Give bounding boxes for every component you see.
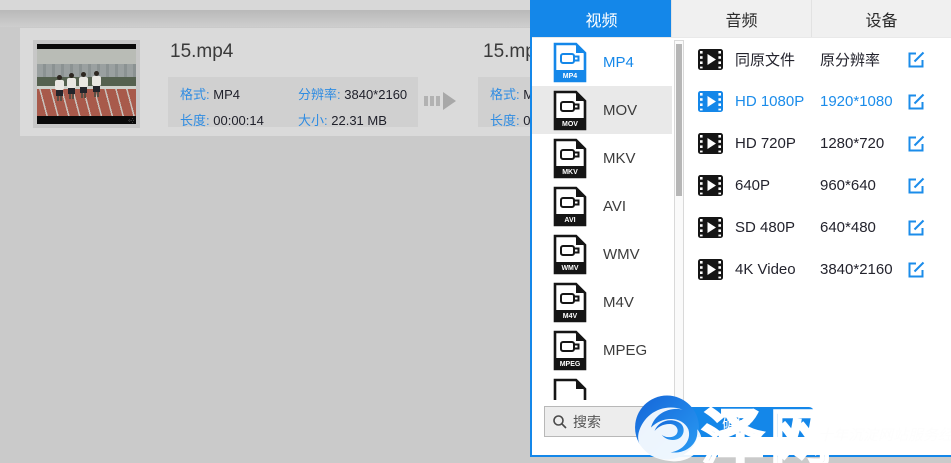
quality-item-original[interactable]: 同原文件 原分辨率 [685,38,951,80]
tab-device[interactable]: 设备 [811,0,951,37]
edit-settings-icon[interactable] [906,133,927,154]
format-item-mpeg[interactable]: MPEG MPEG [532,326,672,374]
quality-item-640p[interactable]: 640P 960*640 [685,164,951,206]
filmstrip-icon [698,175,723,196]
video-thumbnail: ⁘⁛ [33,40,140,128]
format-item-m4v[interactable]: M4V M4V [532,278,672,326]
format-picker-panel: 视频 音频 设备 MP4 MP4 [530,0,951,457]
format-item-mov[interactable]: MOV MOV [532,86,672,134]
partial-file-icon [553,378,587,401]
svg-text:MP4: MP4 [563,73,578,80]
format-picker-tabs: 视频 音频 设备 [532,0,951,38]
source-duration: 长度: 00:00:14 [180,110,298,129]
tab-video[interactable]: 视频 [532,0,671,37]
format-list-scrollbar[interactable] [674,40,684,447]
edit-settings-icon[interactable] [906,49,927,70]
filmstrip-icon [698,133,723,154]
edit-settings-icon[interactable] [906,217,927,238]
svg-text:M4V: M4V [563,313,578,320]
thumbnail-watermark: ⁘⁛ [127,118,134,123]
svg-text:AVI: AVI [564,217,575,224]
mp4-file-icon: MP4 [553,42,587,83]
scrollbar-thumb[interactable] [676,44,682,196]
wmv-file-icon: WMV [553,234,587,275]
source-resolution: 分辨率: 3840*2160 [298,84,407,103]
edit-settings-icon[interactable] [906,91,927,112]
quality-item-480p[interactable]: SD 480P 640*480 [685,206,951,248]
quality-item-1080p[interactable]: HD 1080P 1920*1080 [685,80,951,122]
svg-text:WMV: WMV [561,265,578,272]
svg-text:MOV: MOV [562,121,578,128]
format-item-wmv[interactable]: WMV WMV [532,230,672,278]
filmstrip-icon [698,91,723,112]
svg-text:MPEG: MPEG [560,361,581,368]
confirm-button[interactable]: 确定 [660,407,814,437]
format-item-mkv[interactable]: MKV MKV [532,134,672,182]
mkv-file-icon: MKV [553,138,587,179]
filmstrip-icon [698,259,723,280]
format-item-mp4[interactable]: MP4 MP4 [532,38,672,86]
app-window: ⁘⁛ 15.mp4 格式: MP4 分辨率: 3840*2160 长度: 00:… [0,0,951,463]
format-item-partial[interactable] [532,374,672,400]
format-search [544,406,668,437]
filmstrip-icon [698,49,723,70]
mov-file-icon: MOV [553,90,587,131]
filmstrip-icon [698,217,723,238]
source-format: 格式: MP4 [180,84,298,103]
search-input[interactable] [573,414,658,430]
tab-audio[interactable]: 音频 [671,0,811,37]
svg-text:MKV: MKV [562,169,578,176]
search-icon [552,414,568,430]
m4v-file-icon: M4V [553,282,587,323]
avi-file-icon: AVI [553,186,587,227]
quality-list: 同原文件 原分辨率 HD 1080P 1920*1080 [685,38,951,290]
format-list: MP4 MP4 MOV MOV [532,38,672,400]
quality-item-720p[interactable]: HD 720P 1280*720 [685,122,951,164]
source-file-title: 15.mp4 [170,41,233,63]
edit-settings-icon[interactable] [906,175,927,196]
mpeg-file-icon: MPEG [553,330,587,371]
source-size: 大小: 22.31 MB [298,110,407,129]
convert-arrow-icon [424,90,468,112]
format-item-avi[interactable]: AVI AVI [532,182,672,230]
source-file-meta: 格式: MP4 分辨率: 3840*2160 长度: 00:00:14 大小: … [168,77,418,127]
edit-settings-icon[interactable] [906,259,927,280]
quality-item-4k[interactable]: 4K Video 3840*2160 [685,248,951,290]
